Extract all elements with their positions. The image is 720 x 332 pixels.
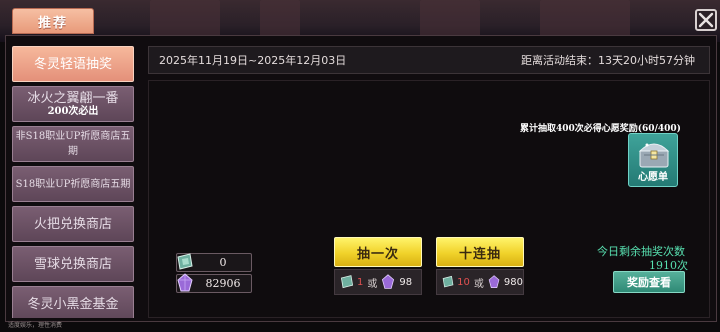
sidebar-item-label: 火把兑换商店 <box>33 216 112 232</box>
tab-recommend[interactable]: 推荐 <box>12 8 94 34</box>
draw-ten-crystal-cost: 980 <box>503 276 523 288</box>
draw-ten-ticket-cost: 10 <box>457 276 470 288</box>
draw-ten-cost: 10 或 980 <box>436 269 524 295</box>
sidebar: 冬灵轻语抽奖 冰火之翼翩一番 200次必出 非S18职业UP祈愿商店五期 S18… <box>12 46 134 318</box>
sidebar-item-label: 非S18职业UP祈愿商店五期 <box>15 131 131 157</box>
crystal-balance: 82906 <box>176 273 252 293</box>
wish-list-button[interactable]: 心愿单 <box>628 133 678 187</box>
sidebar-item-label: 雪球兑换商店 <box>33 256 112 272</box>
close-button[interactable] <box>695 9 717 31</box>
crystal-icon <box>488 275 500 288</box>
sidebar-item-torch-shop[interactable]: 火把兑换商店 <box>12 206 134 242</box>
wish-list-label: 心愿单 <box>638 172 668 183</box>
sidebar-item-label: 冰火之翼翩一番 <box>27 90 119 106</box>
or-text: 或 <box>367 278 378 290</box>
ticket-icon <box>177 253 193 270</box>
ticket-icon <box>442 275 454 288</box>
event-countdown: 距离活动结束：13天20小时57分钟 <box>521 54 695 67</box>
crystal-icon <box>177 273 193 292</box>
banner-decoration <box>420 0 480 38</box>
draw-once-ticket-cost: 1 <box>357 276 364 288</box>
banner-decoration <box>150 0 220 38</box>
draw-once-button[interactable]: 抽一次 <box>334 237 422 267</box>
ticket-icon <box>340 275 354 289</box>
draw-ten-button[interactable]: 十连抽 <box>436 237 524 267</box>
draw-once-crystal-cost: 98 <box>399 276 413 288</box>
treasure-chest-icon <box>638 143 670 168</box>
draw-once-cost: 1 或 98 <box>334 269 422 295</box>
event-date-bar: 2025年11月19日~2025年12月03日 距离活动结束：13天20小时57… <box>148 46 710 74</box>
sidebar-item-label: 冬灵小黑金基金 <box>27 296 119 312</box>
sidebar-item-snowball-shop[interactable]: 雪球兑换商店 <box>12 246 134 282</box>
sidebar-item-gold-fund[interactable]: 冬灵小黑金基金 <box>12 286 134 318</box>
sidebar-item-sublabel: 200次必出 <box>47 105 99 117</box>
banner-decoration <box>540 0 630 38</box>
ticket-balance: 0 <box>176 253 252 272</box>
event-date-range: 2025年11月19日~2025年12月03日 <box>159 54 347 67</box>
footer-note: 适度娱乐，理性消费 <box>8 322 63 329</box>
sidebar-item-label: S18职业UP祈愿商店五期 <box>15 178 131 190</box>
sidebar-item-s18-wish-shop[interactable]: S18职业UP祈愿商店五期 <box>12 166 134 202</box>
crystal-count: 82906 <box>205 277 241 290</box>
ticket-count: 0 <box>219 256 227 269</box>
close-icon <box>698 12 714 28</box>
sidebar-item-label: 冬灵轻语抽奖 <box>33 56 112 72</box>
or-text: 或 <box>473 278 484 290</box>
banner-decoration <box>260 0 300 38</box>
view-rewards-button[interactable]: 奖励查看 <box>613 271 685 293</box>
sidebar-item-ice-fire-wings[interactable]: 冰火之翼翩一番 200次必出 <box>12 86 134 122</box>
sidebar-item-non-s18-wish-shop[interactable]: 非S18职业UP祈愿商店五期 <box>12 126 134 162</box>
crystal-icon <box>382 274 395 289</box>
sidebar-item-winter-lottery[interactable]: 冬灵轻语抽奖 <box>12 46 134 82</box>
